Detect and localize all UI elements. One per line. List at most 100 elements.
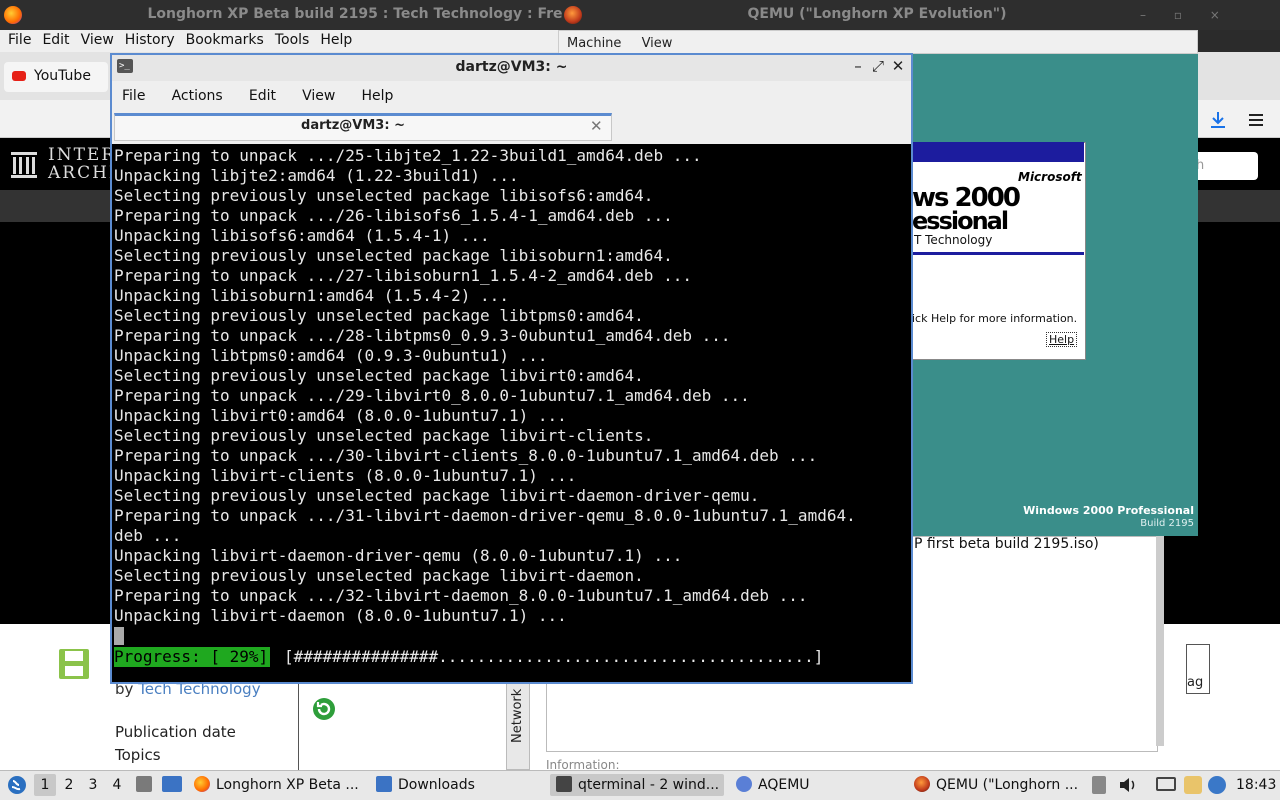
terminal-line: Unpacking libjte2:amd64 (1.22-3build1) .… <box>114 166 519 185</box>
tab-youtube-label: YouTube <box>34 68 91 84</box>
terminal-line: Unpacking libvirt-daemon-driver-qemu (8.… <box>114 546 683 565</box>
firefox-menu-edit[interactable]: Edit <box>38 30 76 52</box>
terminal-line: Unpacking libvirt-clients (8.0.0-1ubuntu… <box>114 466 577 485</box>
guest-dialog-titlebar <box>912 142 1084 162</box>
firefox-window-title: Longhorn XP Beta build 2195 : Tech Techn… <box>147 6 563 22</box>
show-desktop-icon[interactable] <box>136 776 152 792</box>
start-menu-icon[interactable] <box>6 774 28 796</box>
close-tab-icon[interactable]: ✕ <box>590 117 603 135</box>
firefox-menu-view[interactable]: View <box>77 30 121 52</box>
terminal-line: Preparing to unpack .../28-libtpms0_0.9.… <box>114 326 731 345</box>
task-qemu-label: QEMU ("Longhorn ... <box>936 777 1079 793</box>
apt-progress-bar: [###############........................… <box>284 647 824 666</box>
terminal-menu-help[interactable]: Help <box>352 84 406 104</box>
task-aqemu-label: AQEMU <box>758 777 810 793</box>
firefox-menubar: File Edit View History Bookmarks Tools H… <box>0 30 560 52</box>
task-firefox-label: Longhorn XP Beta ... <box>216 777 359 793</box>
aqemu-icon <box>736 776 752 792</box>
terminal-line: Preparing to unpack .../29-libvirt0_8.0.… <box>114 386 750 405</box>
microsoft-logo: Microsoft <box>1018 170 1082 184</box>
network-icon[interactable] <box>1208 776 1226 794</box>
qemu-menu-view[interactable]: View <box>634 31 681 51</box>
terminal-line: Selecting previously unselected package … <box>114 246 673 265</box>
minimize-button[interactable]: – <box>848 57 868 75</box>
task-aqemu[interactable]: AQEMU <box>736 774 896 796</box>
volume-icon[interactable] <box>1118 776 1138 794</box>
apt-progress-label: Progress: [ 29%] <box>114 647 271 667</box>
floppy-disk-icon <box>59 649 89 679</box>
guest-help-text: ick Help for more information. <box>912 312 1078 325</box>
clock[interactable]: 18:43 <box>1236 774 1276 796</box>
terminal-menu-edit[interactable]: Edit <box>239 84 288 104</box>
workspace-2[interactable]: 2 <box>58 774 80 796</box>
terminal-line: Selecting previously unselected package … <box>114 566 644 585</box>
terminal-menu-file[interactable]: File <box>112 84 157 104</box>
firefox-icon <box>194 776 210 792</box>
firefox-menu-file[interactable]: File <box>4 30 38 52</box>
terminal-line: Preparing to unpack .../26-libisofs6_1.5… <box>114 206 673 225</box>
scrollbar[interactable] <box>1156 536 1164 746</box>
task-qterminal[interactable]: qterminal - 2 wind... <box>550 774 724 796</box>
guest-dialog-rule <box>912 252 1084 255</box>
terminal-line: Unpacking libisofs6:amd64 (1.5.4-1) ... <box>114 226 490 245</box>
firefox-menu-help[interactable]: Help <box>316 30 359 52</box>
terminal-menu-view[interactable]: View <box>292 84 347 104</box>
qemu-menu-machine[interactable]: Machine <box>559 31 629 51</box>
firefox-menu-tools[interactable]: Tools <box>271 30 317 52</box>
terminal-line: Preparing to unpack .../25-libjte2_1.22-… <box>114 146 702 165</box>
firefox-menu-history[interactable]: History <box>121 30 182 52</box>
youtube-icon <box>12 71 26 81</box>
terminal-line: Selecting previously unselected package … <box>114 366 644 385</box>
terminal-line: Preparing to unpack .../32-libvirt-daemo… <box>114 586 808 605</box>
qemu-window-controls[interactable]: – ▫ × <box>1140 8 1232 22</box>
terminal-icon <box>556 776 572 792</box>
guest-build-text: Build 2195 <box>1140 518 1194 529</box>
terminal-menu-actions[interactable]: Actions <box>162 84 235 104</box>
tab-youtube[interactable]: YouTube <box>4 62 108 92</box>
product-name-line2: essional <box>912 207 1009 235</box>
terminal-cursor <box>114 627 124 645</box>
workspace-1[interactable]: 1 <box>34 774 56 796</box>
qemu-window-title: QEMU ("Longhorn XP Evolution") <box>747 6 1007 22</box>
qemu-icon <box>564 6 582 24</box>
maximize-button[interactable]: ⤢ <box>868 57 888 75</box>
terminal-line: Preparing to unpack .../27-libisoburn1_1… <box>114 266 692 285</box>
publication-date-label: Publication date <box>115 723 236 741</box>
display-icon[interactable] <box>1156 777 1176 791</box>
terminal-line: Unpacking libvirt0:amd64 (8.0.0-1ubuntu7… <box>114 406 567 425</box>
product-technology: T Technology <box>914 233 993 247</box>
archive-logo-icon[interactable] <box>10 150 38 180</box>
terminal-line: Unpacking libtpms0:amd64 (0.9.3-0ubuntu1… <box>114 346 548 365</box>
removable-media-icon[interactable] <box>1092 776 1106 794</box>
topics-label: Topics <box>115 746 161 764</box>
task-downloads-label: Downloads <box>398 777 475 793</box>
download-icon[interactable] <box>1206 108 1230 132</box>
tab-network-label: Network <box>510 688 525 743</box>
terminal-window-title: dartz@VM3: ~ <box>455 59 568 75</box>
refresh-icon[interactable] <box>312 697 336 721</box>
task-qterminal-label: qterminal - 2 wind... <box>578 777 720 793</box>
task-firefox[interactable]: Longhorn XP Beta ... <box>194 774 364 796</box>
hamburger-menu-icon[interactable] <box>1246 110 1266 130</box>
task-qemu[interactable]: QEMU ("Longhorn ... <box>914 774 1086 796</box>
firefox-menu-bookmarks[interactable]: Bookmarks <box>182 30 271 52</box>
folder-icon <box>376 776 392 792</box>
terminal-line: Selecting previously unselected package … <box>114 426 654 445</box>
close-button[interactable]: ✕ <box>888 57 908 75</box>
workspace-4[interactable]: 4 <box>106 774 128 796</box>
qemu-icon <box>914 776 930 792</box>
terminal-tab-label: dartz@VM3: ~ <box>301 118 405 133</box>
flag-button[interactable]: ag <box>1186 644 1210 694</box>
archive-search-input[interactable]: h <box>1190 152 1258 180</box>
terminal-menubar: File Actions Edit View Help <box>112 84 911 110</box>
guest-help-button[interactable]: Help <box>1046 332 1078 347</box>
workspace-3[interactable]: 3 <box>82 774 104 796</box>
file-manager-icon[interactable] <box>162 776 182 792</box>
terminal-line: Selecting previously unselected package … <box>114 186 654 205</box>
tab-network[interactable]: Network <box>506 680 530 770</box>
task-downloads[interactable]: Downloads <box>376 774 536 796</box>
clipboard-icon[interactable] <box>1184 776 1202 794</box>
terminal-window-controls: – ⤢ ✕ <box>848 57 908 75</box>
terminal-line: Unpacking libisoburn1:amd64 (1.5.4-2) ..… <box>114 286 509 305</box>
terminal-lines: Preparing to unpack .../25-libjte2_1.22-… <box>114 146 909 626</box>
